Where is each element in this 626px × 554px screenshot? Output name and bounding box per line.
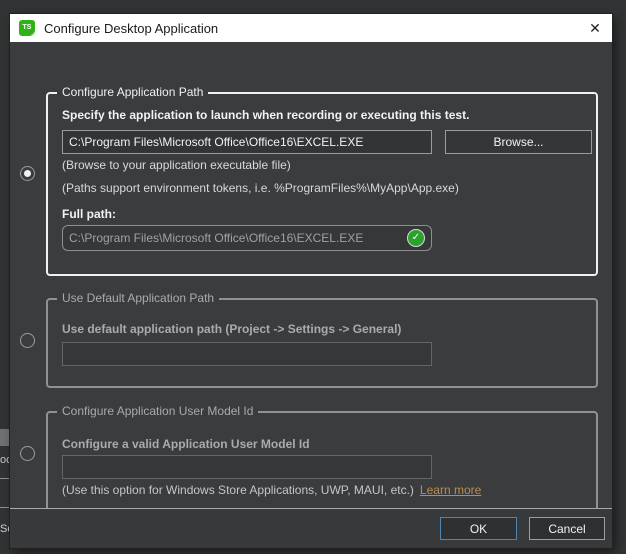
user-model-id-input[interactable] [62, 455, 432, 479]
dialog-footer: OK Cancel [10, 508, 612, 548]
tokens-hint-label: (Paths support environment tokens, i.e. … [62, 181, 459, 195]
ok-button[interactable]: OK [440, 517, 517, 540]
learn-more-link[interactable]: Learn more [420, 483, 481, 497]
dialog-content: Configure Application Path Specify the a… [10, 42, 612, 508]
uwp-hint-label: (Use this option for Windows Store Appli… [62, 483, 481, 497]
background-app-fragment [0, 429, 10, 446]
configure-desktop-application-dialog: TS Configure Desktop Application ✕ Confi… [10, 14, 612, 548]
window-title: Configure Desktop Application [44, 21, 218, 36]
full-path-label: Full path: [62, 207, 116, 221]
background-divider [0, 507, 10, 508]
radio-dot [24, 170, 31, 177]
background-divider [0, 478, 10, 479]
instruction-label: Configure a valid Application User Model… [62, 437, 310, 451]
close-icon[interactable]: ✕ [578, 14, 612, 42]
group-legend: Configure Application Path [57, 85, 208, 100]
title-bar: TS Configure Desktop Application ✕ [10, 14, 612, 42]
valid-check-icon: ✓ [407, 229, 425, 247]
instruction-label: Specify the application to launch when r… [62, 108, 469, 122]
instruction-label: Use default application path (Project ->… [62, 322, 401, 336]
default-path-input[interactable] [62, 342, 432, 366]
cancel-button[interactable]: Cancel [529, 517, 605, 540]
test-studio-icon: TS [19, 20, 35, 36]
radio-configure-application-path[interactable] [20, 166, 35, 181]
group-legend: Configure Application User Model Id [57, 404, 258, 419]
radio-application-user-model-id[interactable] [20, 446, 35, 461]
group-application-user-model-id: Configure Application User Model Id Conf… [46, 411, 598, 518]
radio-use-default-application-path[interactable] [20, 333, 35, 348]
browse-button[interactable]: Browse... [445, 130, 592, 154]
full-path-display: C:\Program Files\Microsoft Office\Office… [62, 225, 432, 251]
group-legend: Use Default Application Path [57, 291, 219, 306]
uwp-hint-text: (Use this option for Windows Store Appli… [62, 483, 414, 497]
group-configure-application-path: Configure Application Path Specify the a… [46, 92, 598, 276]
group-use-default-application-path: Use Default Application Path Use default… [46, 298, 598, 388]
browse-hint-label: (Browse to your application executable f… [62, 158, 291, 172]
full-path-value: C:\Program Files\Microsoft Office\Office… [69, 231, 407, 245]
application-path-input[interactable] [62, 130, 432, 154]
